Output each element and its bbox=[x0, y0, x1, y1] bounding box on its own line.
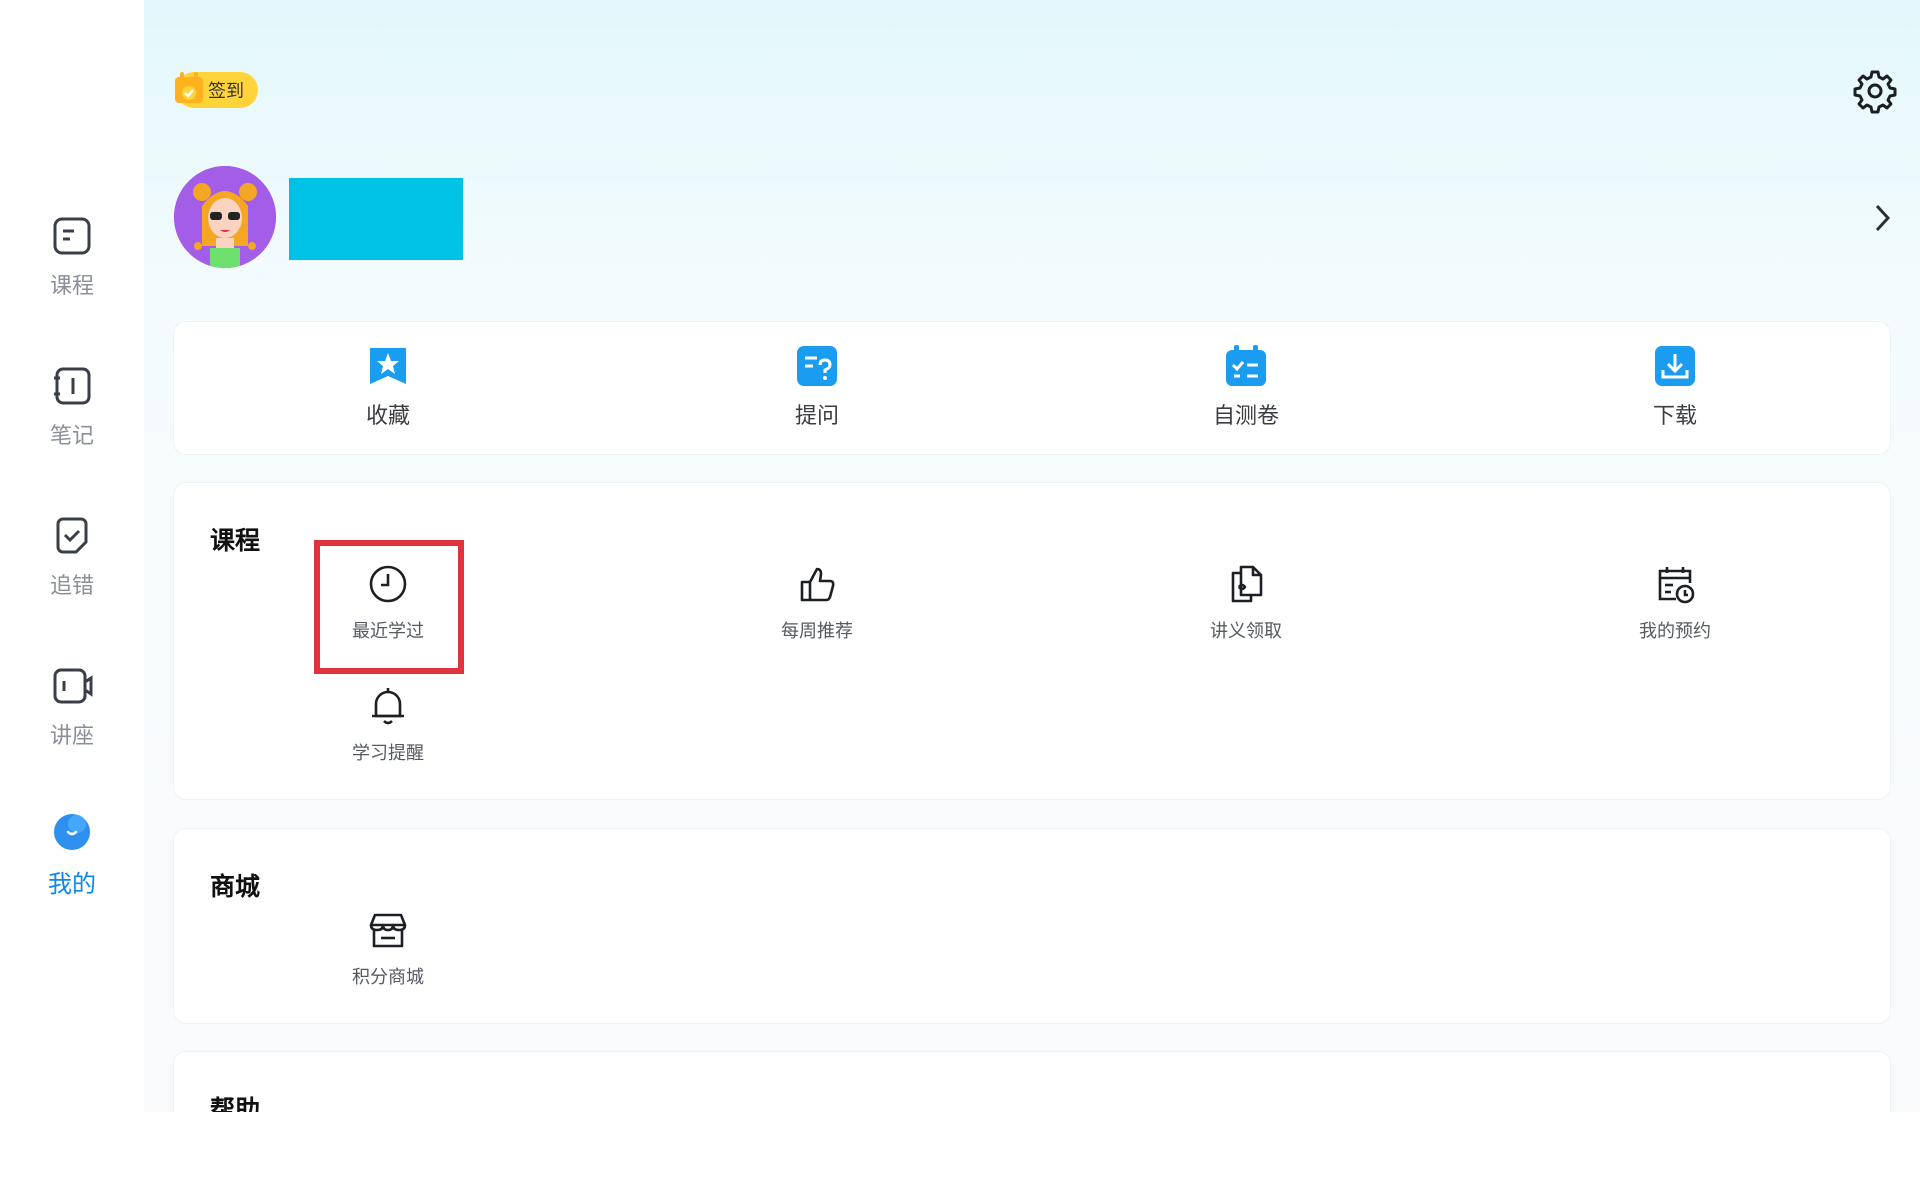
download-icon bbox=[1655, 346, 1695, 386]
study-reminder-label: 学习提醒 bbox=[352, 743, 424, 764]
self-test-button[interactable]: 自测卷 bbox=[1146, 322, 1346, 454]
lecture-video-icon bbox=[53, 668, 93, 704]
calendar-check-icon bbox=[174, 71, 204, 105]
handout-claim-button[interactable]: 讲义领取 bbox=[1156, 551, 1336, 661]
mall-section-title: 商城 bbox=[210, 872, 261, 901]
signin-button[interactable]: 签到 bbox=[174, 71, 258, 108]
bell-icon bbox=[372, 688, 404, 725]
sidebar-item-profile[interactable]: 我的 bbox=[0, 810, 144, 920]
chevron-right-icon[interactable] bbox=[1868, 200, 1896, 236]
favorites-label: 收藏 bbox=[365, 404, 410, 429]
course-icon bbox=[53, 217, 91, 255]
signin-label: 签到 bbox=[208, 81, 244, 102]
quick-actions-card: 收藏 提问 自测卷 下载 bbox=[174, 322, 1890, 454]
help-card: 帮助 bbox=[174, 1052, 1890, 1112]
sidebar-item-label: 追错 bbox=[49, 574, 94, 599]
sidebar-nav: 课程 笔记 追错 讲座 我的 bbox=[0, 0, 144, 1200]
username-redacted bbox=[289, 178, 463, 260]
test-paper-icon bbox=[1226, 345, 1266, 386]
store-icon bbox=[369, 913, 407, 948]
mall-card: 商城 积分商城 bbox=[174, 829, 1890, 1023]
bookmark-star-icon bbox=[370, 348, 406, 384]
favorites-button[interactable]: 收藏 bbox=[288, 322, 488, 454]
profile-blob-icon bbox=[54, 814, 90, 850]
recently-studied-label: 最近学过 bbox=[352, 621, 424, 642]
courses-section-title: 课程 bbox=[210, 526, 261, 555]
recently-studied-button[interactable]: 最近学过 bbox=[298, 551, 478, 661]
sidebar-item-lecture[interactable]: 讲座 bbox=[0, 664, 144, 774]
settings-gear-icon[interactable] bbox=[1852, 68, 1898, 114]
points-mall-label: 积分商城 bbox=[352, 967, 424, 988]
user-avatar[interactable] bbox=[174, 166, 276, 268]
notes-icon bbox=[54, 367, 91, 405]
ask-question-button[interactable]: 提问 bbox=[717, 322, 917, 454]
download-button[interactable]: 下载 bbox=[1575, 322, 1775, 454]
sidebar-item-label: 我的 bbox=[48, 870, 96, 898]
weekly-recommend-button[interactable]: 每周推荐 bbox=[727, 551, 907, 661]
courses-card: 课程 最近学过 每周推荐 讲义领取 我的预约 学习提醒 bbox=[174, 483, 1890, 799]
sidebar-item-label: 课程 bbox=[49, 274, 94, 299]
profile-page: 签到 收藏 提问 自测卷 下载 课程 最近学过 每周推荐 讲义领取 我的预约 学… bbox=[144, 0, 1920, 1112]
sidebar-item-course[interactable]: 课程 bbox=[0, 214, 144, 324]
study-reminder-button[interactable]: 学习提醒 bbox=[298, 673, 478, 783]
handout-claim-label: 讲义领取 bbox=[1210, 621, 1282, 642]
ask-question-label: 提问 bbox=[794, 404, 839, 429]
sidebar-item-label: 讲座 bbox=[49, 724, 94, 749]
help-section-title: 帮助 bbox=[210, 1095, 261, 1112]
sidebar-item-mistakes[interactable]: 追错 bbox=[0, 514, 144, 624]
sidebar-item-notes[interactable]: 笔记 bbox=[0, 364, 144, 474]
my-reservations-button[interactable]: 我的预约 bbox=[1585, 551, 1765, 661]
download-label: 下载 bbox=[1652, 404, 1697, 429]
calendar-clock-icon bbox=[1658, 567, 1695, 604]
clock-icon bbox=[369, 565, 407, 603]
thumbs-up-icon bbox=[800, 567, 835, 602]
sidebar-item-label: 笔记 bbox=[49, 424, 94, 449]
question-doc-icon bbox=[797, 346, 837, 386]
weekly-recommend-label: 每周推荐 bbox=[781, 621, 853, 642]
points-mall-button[interactable]: 积分商城 bbox=[298, 897, 478, 1007]
self-test-label: 自测卷 bbox=[1212, 404, 1279, 429]
handout-icon bbox=[1231, 565, 1263, 603]
mistakes-icon bbox=[56, 517, 88, 554]
my-reservations-label: 我的预约 bbox=[1639, 621, 1711, 642]
